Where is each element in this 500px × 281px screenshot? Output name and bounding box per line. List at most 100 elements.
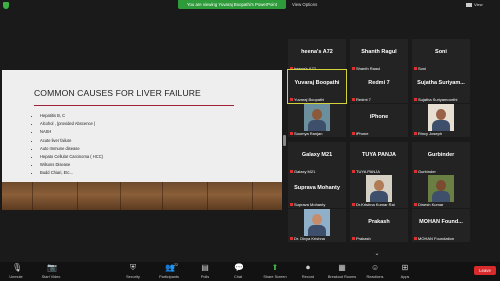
muted-mic-icon — [352, 237, 355, 241]
chat-icon: 💬 — [234, 263, 244, 272]
participant-tile[interactable]: MOHAN Found... MOHAN Foundation — [412, 209, 470, 242]
chat-button[interactable]: 💬 Chat — [225, 262, 251, 281]
security-button[interactable]: ⛨ Security — [118, 262, 148, 281]
participant-tile[interactable]: Galaxy M21 Galaxy M21 — [288, 142, 346, 175]
view-options-button[interactable]: View Options — [292, 0, 317, 9]
participant-display-name: Gurbinder — [427, 152, 455, 158]
slide-bullet: Budd Chiari, Etc... — [40, 169, 103, 177]
participant-display-name: MOHAN Found... — [419, 219, 463, 225]
share-screen-button[interactable]: ⬆ Share Screen — [257, 262, 293, 281]
participant-name-label: Dinesh Kumar — [418, 202, 444, 207]
slide-bullet: Alcohol , (provided Abscence ) — [40, 120, 103, 128]
slide-title: COMMON CAUSES FOR LIVER FAILURE — [34, 88, 201, 98]
toolbar-button-label: Chat — [233, 275, 243, 279]
participant-label: Dr. Divya Krishna — [290, 236, 325, 241]
participant-tile[interactable]: Soumya Ranjan — [288, 104, 346, 137]
people-icon: 👥 — [165, 263, 175, 272]
breakout-rooms-icon: ▦ — [338, 263, 346, 272]
participant-display-name: heena's A72 — [301, 49, 333, 55]
participant-tile[interactable]: Yuvaraj Boopathi Yuvaraj Boopathi — [287, 69, 347, 104]
record-button[interactable]: ⏺ Record — [295, 262, 321, 281]
grid-view-icon — [466, 2, 472, 7]
participant-tile[interactable]: Soni Soni — [412, 39, 470, 72]
participant-name-label: MOHAN Foundation — [418, 236, 455, 241]
leave-button[interactable]: Leave — [474, 266, 496, 275]
view-button[interactable]: View — [466, 1, 483, 9]
apps-button[interactable]: ⊞ Apps — [393, 262, 417, 281]
participant-display-name: Soni — [435, 49, 447, 55]
participants-button[interactable]: 👥 22 Participants — [150, 262, 188, 281]
polls-button[interactable]: ▤ Polls — [190, 262, 220, 281]
participant-tile[interactable]: Dr.Krishna Kumar Rai — [350, 175, 408, 208]
participant-label: MOHAN Foundation — [414, 236, 454, 241]
slide-bullet-list: Hepatitis B, C Alcohol , (provided Absce… — [32, 112, 103, 178]
participant-name-label: Soumya Ranjan — [294, 131, 323, 136]
gallery-next-page-icon[interactable]: ⌄ — [370, 250, 384, 258]
slide-bullet: Acute liver failure — [40, 137, 103, 145]
participant-label: iPhone — [352, 131, 368, 136]
apps-icon: ⊞ — [401, 263, 409, 272]
participant-tile[interactable]: Shanth Ragul Shanth Ragul — [350, 39, 408, 72]
participant-tile[interactable]: TUYA PANJA TUYA PANJA — [350, 142, 408, 175]
participant-display-name: Yuvaraj Boopathi — [294, 80, 340, 86]
security-shield-icon[interactable] — [3, 2, 9, 9]
participant-label: Soumya Ranjan — [290, 131, 322, 136]
participant-tile[interactable]: Sujatha Suriyam... Sujatha Suriyamoorthi — [412, 70, 470, 103]
participant-name-label: TUYA PANJA — [356, 169, 380, 174]
participant-name-label: iPhone — [356, 131, 369, 136]
shared-slide: COMMON CAUSES FOR LIVER FAILURE Hepatiti… — [2, 70, 282, 210]
participant-label: Yuvaraj Boopathi — [290, 97, 324, 102]
participant-tile[interactable]: Prakash Prakash — [350, 209, 408, 242]
participant-name-label: Rincy Joseph — [418, 131, 443, 136]
start-video-button[interactable]: 📷 Start Video — [34, 262, 68, 281]
participant-label: Sujatha Suriyamoorthi — [414, 97, 457, 102]
participant-label: Rincy Joseph — [414, 131, 442, 136]
share-screen-icon: ⬆ — [271, 263, 279, 272]
participant-tile[interactable]: Redmi 7 Redmi 7 — [350, 70, 408, 103]
split-resize-handle[interactable] — [283, 135, 286, 146]
participant-label: Dr.Krishna Kumar Rai — [352, 202, 395, 207]
toolbar-button-label: Security — [126, 275, 140, 279]
participant-name-label: Redmi 7 — [356, 97, 371, 102]
participant-tile[interactable]: Dinesh Kumar — [412, 175, 470, 208]
top-bar: You are viewing Yuvaraj Boopathi's Power… — [0, 0, 500, 10]
muted-mic-icon — [414, 170, 417, 174]
microphone-icon: 🎙 — [12, 263, 23, 272]
participant-tile[interactable]: Suprava Mohanty Suprava Mohanty — [288, 175, 346, 208]
slide-bullet: Auto Immune disease — [40, 145, 103, 153]
participant-display-name: iPhone — [369, 114, 389, 120]
participant-tile[interactable]: Gurbinder Gurbinder — [412, 142, 470, 175]
reactions-button[interactable]: ☺ Reactions — [360, 262, 390, 281]
participant-display-name: Prakash — [368, 219, 390, 225]
toolbar-button-label: Apps — [400, 275, 410, 279]
slide-wood-floor — [2, 182, 282, 210]
participant-name-label: Galaxy M21 — [294, 169, 316, 174]
muted-mic-icon — [352, 132, 355, 136]
participant-name-label: Gurbinder — [418, 169, 436, 174]
participant-name-label: Dr. Divya Krishna — [294, 236, 325, 241]
record-icon: ⏺ — [306, 263, 310, 272]
participant-name-label: Sujatha Suriyamoorthi — [418, 97, 458, 102]
toolbar-button-label: Unmute — [9, 275, 23, 279]
screen-share-banner: You are viewing Yuvaraj Boopathi's Power… — [178, 0, 286, 9]
reactions-icon: ☺ — [371, 263, 380, 272]
muted-mic-icon — [414, 132, 417, 136]
participant-tile[interactable]: Rincy Joseph — [412, 104, 470, 137]
unmute-button[interactable]: 🎙 Unmute — [1, 262, 31, 281]
toolbar-button-label: Polls — [200, 275, 210, 279]
toolbar-button-label: Start Video — [41, 275, 61, 279]
participant-label: Gurbinder — [414, 169, 436, 174]
participant-tile[interactable]: Dr. Divya Krishna — [288, 209, 346, 242]
participant-tile[interactable]: iPhone iPhone — [350, 104, 408, 137]
participant-tile[interactable]: heena's A72 heena's A72 — [288, 39, 346, 72]
participant-label: Galaxy M21 — [290, 169, 315, 174]
muted-mic-icon — [290, 203, 293, 207]
muted-mic-icon — [290, 170, 293, 174]
breakout-rooms-button[interactable]: ▦ Breakout Rooms — [325, 262, 359, 281]
meeting-toolbar: 🎙 Unmute 📷 Start Video ⛨ Security 👥 22 Participa… — [0, 262, 500, 281]
toolbar-button-label: Share Screen — [263, 275, 287, 279]
participant-video — [304, 209, 330, 236]
slide-bullet: Wilsons Disease — [40, 161, 103, 169]
toolbar-button-label: Reactions — [366, 275, 384, 279]
participant-display-name: Sujatha Suriyam... — [417, 80, 465, 86]
